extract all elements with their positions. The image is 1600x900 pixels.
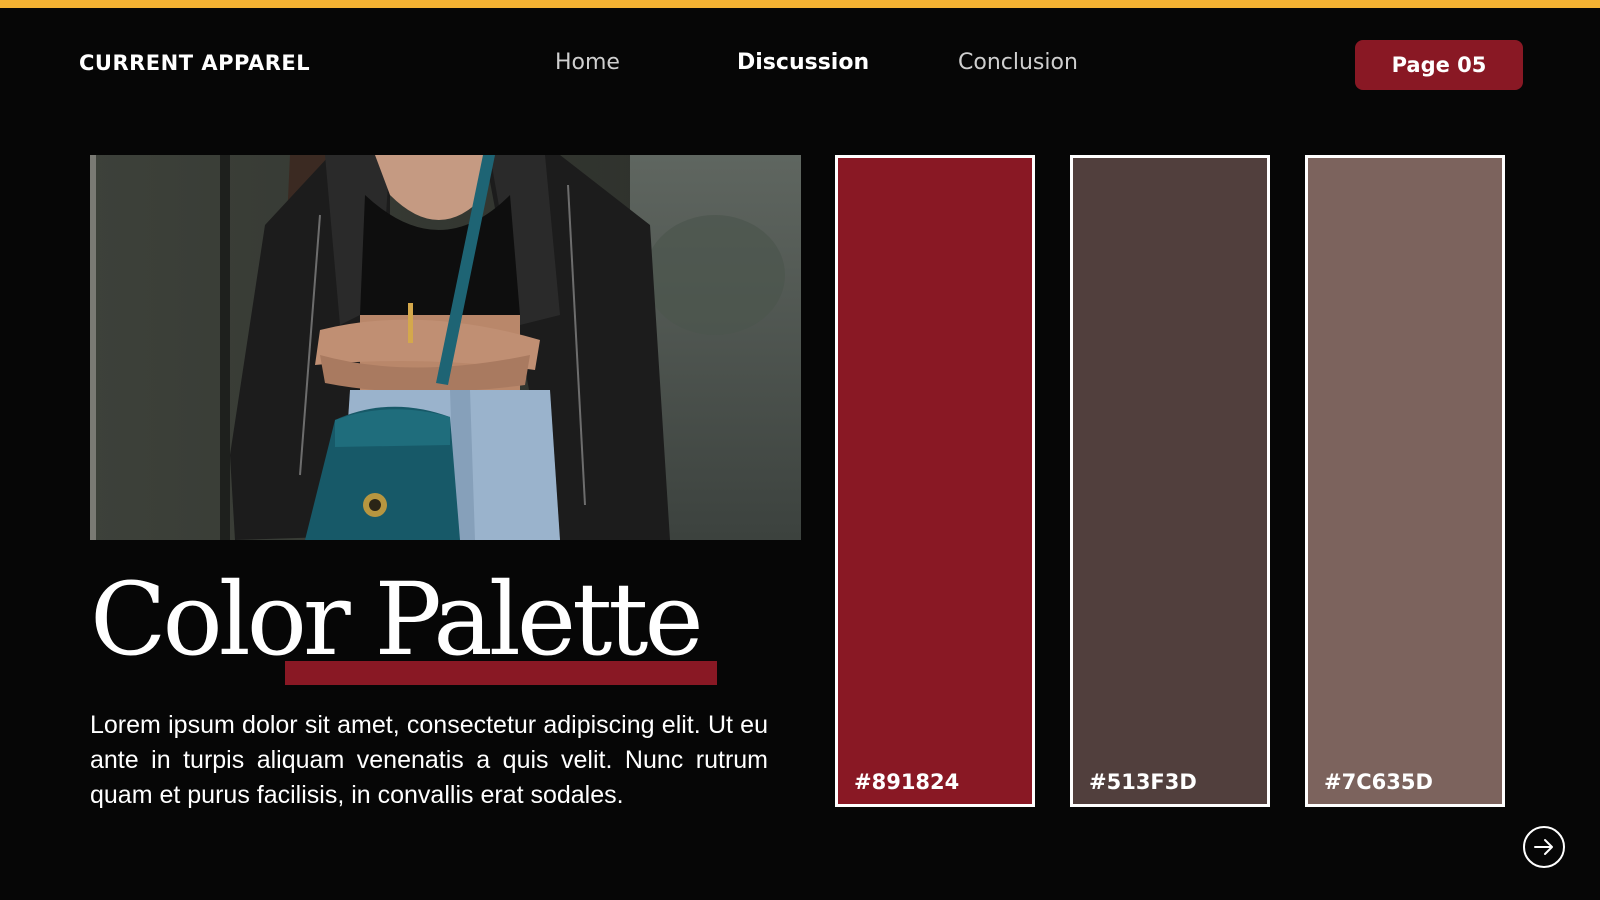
page-number-label: Page 05: [1391, 53, 1487, 77]
swatch-hex-label: #513F3D: [1089, 770, 1197, 794]
color-swatch-1: #891824: [835, 155, 1035, 807]
body-paragraph: Lorem ipsum dolor sit amet, consectetur …: [90, 711, 768, 809]
arrow-right-icon: [1534, 839, 1553, 855]
brand-name: CURRENT APPAREL: [79, 51, 311, 75]
color-swatch-3: #7C635D: [1305, 155, 1505, 807]
photo-image: [90, 155, 801, 540]
nav-conclusion[interactable]: Conclusion: [958, 50, 1078, 75]
swatch-hex-label: #7C635D: [1324, 770, 1433, 794]
nav-home[interactable]: Home: [555, 50, 620, 75]
top-accent-bar: [0, 0, 1600, 8]
swatch-hex-label: #891824: [854, 770, 960, 794]
next-page-button[interactable]: [1523, 826, 1565, 868]
page-title: Color Palette: [90, 561, 704, 678]
hero-photo: [90, 155, 801, 540]
nav-discussion[interactable]: Discussion: [737, 50, 869, 75]
page-number-badge: Page 05: [1355, 40, 1523, 90]
color-swatch-2: #513F3D: [1070, 155, 1270, 807]
